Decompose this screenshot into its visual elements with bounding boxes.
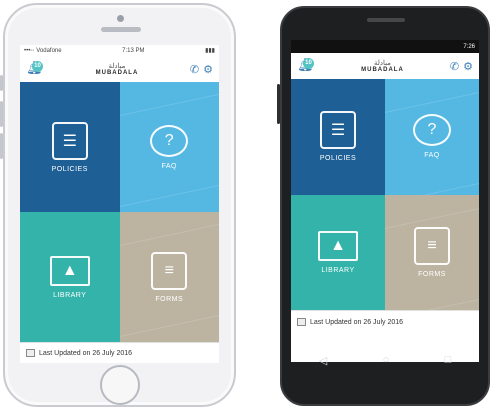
tile-faq-label: FAQ xyxy=(161,162,177,170)
android-screen: 7:26 🔔︎ 10 مبادلة MUBADALA ✆ ⚙ ☰ POLICIE… xyxy=(291,40,479,362)
tile-faq[interactable]: ? FAQ xyxy=(385,79,479,195)
tile-library-label: LIBRARY xyxy=(53,291,87,299)
last-updated-text: Last Updated on 26 July 2016 xyxy=(39,349,133,357)
tile-policies-label: POLICIES xyxy=(51,165,88,173)
notification-badge: 10 xyxy=(32,61,43,72)
front-camera xyxy=(117,15,124,22)
notifications-button[interactable]: 🔔︎ 10 xyxy=(297,57,315,75)
tile-forms[interactable]: ≡ FORMS xyxy=(385,194,479,310)
tile-faq[interactable]: ? FAQ xyxy=(119,82,219,212)
logo-english: MUBADALA xyxy=(95,69,139,76)
mubadala-logo: مبادلة MUBADALA xyxy=(96,62,139,77)
volume-up-button xyxy=(0,101,3,127)
notifications-button[interactable]: 🔔︎ 10 xyxy=(26,60,44,78)
settings-icon[interactable]: ⚙ xyxy=(463,60,473,73)
tile-forms[interactable]: ≡ FORMS xyxy=(119,212,219,342)
android-device: 7:26 🔔︎ 10 مبادلة MUBADALA ✆ ⚙ ☰ POLICIE… xyxy=(277,6,490,406)
forms-icon: ≡ xyxy=(414,226,450,265)
tile-library-label: LIBRARY xyxy=(321,266,355,274)
volume-down-button xyxy=(0,133,3,159)
library-icon: ▲ xyxy=(318,230,358,261)
tile-grid: ☰ POLICIES ? FAQ ▲ LIBRARY ≡ FORMS xyxy=(291,79,479,310)
android-nav-bar: ◁ ○ □ xyxy=(291,345,479,375)
tile-policies[interactable]: ☰ POLICIES xyxy=(291,79,385,195)
settings-icon[interactable]: ⚙ xyxy=(203,63,213,76)
earpiece-speaker xyxy=(101,27,141,32)
faq-icon: ? xyxy=(413,114,451,147)
status-bar: 7:26 xyxy=(291,40,479,53)
tile-grid: ☰ POLICIES ? FAQ ▲ LIBRARY ≡ FORMS xyxy=(20,82,219,342)
status-time: 7:26 xyxy=(463,43,475,50)
last-updated-text: Last Updated on 26 July 2016 xyxy=(310,318,404,326)
power-key xyxy=(277,84,280,124)
iphone-device: •••◦◦ Vodafone 7:13 PM ▮▮▮ 🔔︎ 10 مبادلة … xyxy=(0,3,236,407)
tile-policies[interactable]: ☰ POLICIES xyxy=(20,82,120,212)
phone-icon[interactable]: ✆ xyxy=(190,63,199,76)
home-button[interactable] xyxy=(100,365,140,405)
earpiece-speaker xyxy=(367,18,405,22)
tile-faq-label: FAQ xyxy=(424,152,440,160)
mute-switch xyxy=(0,75,3,91)
policies-icon: ☰ xyxy=(51,121,88,160)
battery-indicator: ▮▮▮ xyxy=(205,48,215,54)
library-icon: ▲ xyxy=(49,255,90,286)
home-icon[interactable]: ○ xyxy=(383,354,390,366)
tile-forms-label: FORMS xyxy=(418,270,446,278)
app-header: 🔔︎ 10 مبادلة MUBADALA ✆ ⚙ xyxy=(20,56,219,82)
tile-policies-label: POLICIES xyxy=(319,155,357,163)
forms-icon: ≡ xyxy=(151,251,188,290)
logo-english: MUBADALA xyxy=(361,66,404,73)
last-updated-footer: Last Updated on 26 July 2016 xyxy=(20,342,219,363)
logo-arabic: مبادلة xyxy=(373,58,391,67)
logo-arabic: مبادلة xyxy=(108,61,126,70)
faq-icon: ? xyxy=(150,124,189,157)
status-bar: •••◦◦ Vodafone 7:13 PM ▮▮▮ xyxy=(20,45,219,56)
mubadala-logo: مبادلة MUBADALA xyxy=(361,59,404,74)
recents-icon[interactable]: □ xyxy=(445,354,452,366)
iphone-screen: •••◦◦ Vodafone 7:13 PM ▮▮▮ 🔔︎ 10 مبادلة … xyxy=(20,45,219,363)
last-updated-footer: Last Updated on 26 July 2016 xyxy=(291,310,479,333)
phone-icon[interactable]: ✆ xyxy=(450,60,459,73)
notification-badge: 10 xyxy=(303,58,314,69)
tile-library[interactable]: ▲ LIBRARY xyxy=(20,212,120,342)
carrier-label: •••◦◦ Vodafone xyxy=(24,47,62,54)
policies-icon: ☰ xyxy=(320,111,356,150)
tile-forms-label: FORMS xyxy=(155,295,184,303)
app-header: 🔔︎ 10 مبادلة MUBADALA ✆ ⚙ xyxy=(291,53,479,79)
back-icon[interactable]: ◁ xyxy=(319,354,327,367)
status-time: 7:13 PM xyxy=(122,47,145,54)
tile-library[interactable]: ▲ LIBRARY xyxy=(291,194,385,310)
calendar-icon xyxy=(26,349,35,357)
calendar-icon xyxy=(297,318,306,326)
